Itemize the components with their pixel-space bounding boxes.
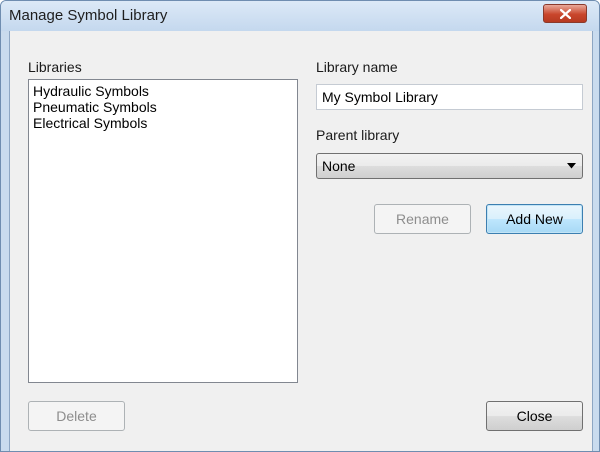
- parent-library-selected: None: [322, 158, 356, 174]
- libraries-label: Libraries: [28, 59, 82, 75]
- library-name-field[interactable]: [316, 84, 583, 110]
- add-new-button[interactable]: Add New: [486, 204, 583, 234]
- delete-button[interactable]: Delete: [28, 401, 125, 431]
- libraries-listbox[interactable]: Hydraulic Symbols Pneumatic Symbols Elec…: [28, 79, 298, 383]
- library-name-label: Library name: [316, 59, 398, 75]
- window-close-button[interactable]: [543, 4, 587, 23]
- manage-symbol-library-dialog: Manage Symbol Library Libraries Hydrauli…: [0, 0, 600, 452]
- title-bar[interactable]: Manage Symbol Library: [1, 1, 599, 31]
- close-icon: [560, 9, 571, 19]
- parent-library-label: Parent library: [316, 127, 400, 143]
- list-item[interactable]: Electrical Symbols: [33, 115, 293, 131]
- rename-button[interactable]: Rename: [374, 204, 471, 234]
- dialog-body: Libraries Hydraulic Symbols Pneumatic Sy…: [9, 31, 593, 451]
- list-item[interactable]: Hydraulic Symbols: [33, 83, 293, 99]
- close-button[interactable]: Close: [486, 401, 583, 431]
- list-item[interactable]: Pneumatic Symbols: [33, 99, 293, 115]
- parent-library-dropdown[interactable]: None: [316, 153, 583, 179]
- chevron-down-icon: [567, 163, 576, 169]
- window-title: Manage Symbol Library: [9, 7, 168, 24]
